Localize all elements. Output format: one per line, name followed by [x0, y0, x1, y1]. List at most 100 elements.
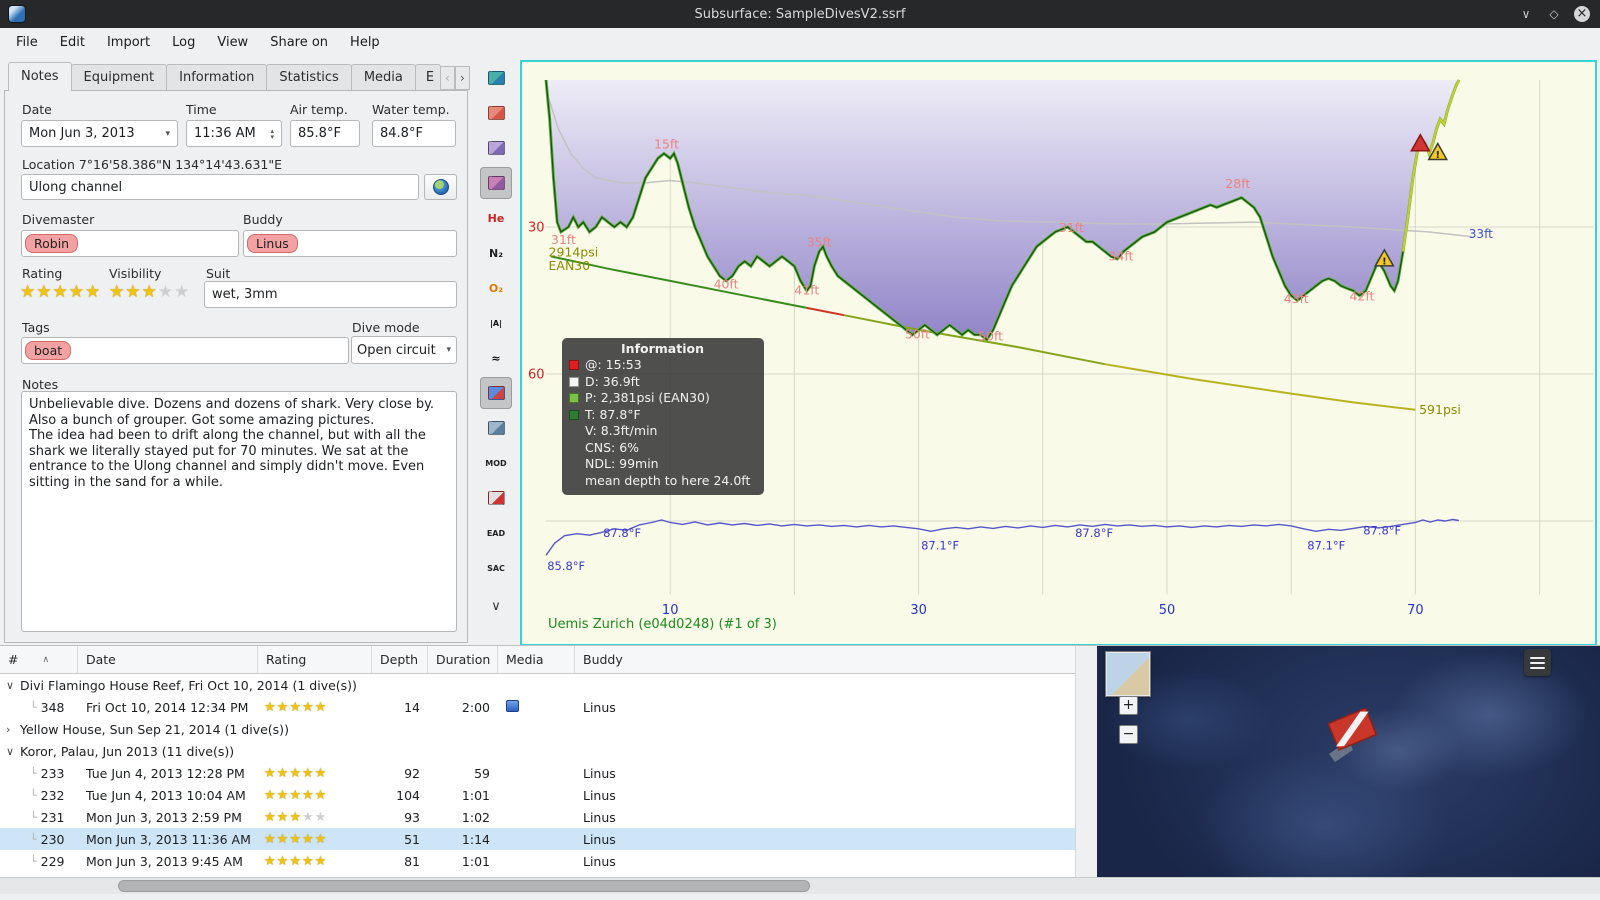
map-overview-thumbnail[interactable]: [1106, 652, 1150, 696]
dive-mode-combobox[interactable]: Open circuit ▾: [351, 336, 457, 364]
column-header-date[interactable]: Date: [78, 646, 258, 673]
date-combobox[interactable]: Mon Jun 3, 2013 ▾: [21, 120, 178, 147]
menu-log[interactable]: Log: [162, 32, 205, 53]
tags-input[interactable]: boat: [21, 337, 349, 364]
dive-flag-marker[interactable]: [1319, 708, 1389, 770]
toggle-tissues-button[interactable]: |A|: [480, 307, 512, 339]
dive-site-map[interactable]: + −: [1097, 645, 1600, 877]
toggle-sac-button[interactable]: SAC: [480, 552, 512, 584]
tab-scroll-left-button[interactable]: ‹: [439, 66, 455, 90]
svg-text:41ft: 41ft: [794, 283, 819, 298]
tab-equipment[interactable]: Equipment: [70, 64, 168, 91]
menu-share-on[interactable]: Share on: [260, 32, 338, 53]
toggle-tank-bar-button[interactable]: [480, 412, 512, 444]
notes-textarea[interactable]: Unbelievable dive. Dozens and dozens of …: [21, 391, 457, 632]
menu-edit[interactable]: Edit: [50, 32, 95, 53]
air-temp-field[interactable]: 85.8°F: [290, 120, 360, 147]
window-controls: ∨ ◇ ×: [1518, 0, 1590, 28]
close-icon[interactable]: ×: [1574, 6, 1590, 22]
toggle-dc-ceiling-button[interactable]: [480, 97, 512, 129]
tab-scroll-right-button[interactable]: ›: [454, 66, 470, 90]
buddy-tag[interactable]: Linus: [247, 234, 298, 253]
column-header-duration[interactable]: Duration: [428, 646, 498, 673]
dive-row-229[interactable]: └ 229 Mon Jun 3, 2013 9:45 AM ★★★★★ 81 1:01 Li…: [0, 850, 1075, 872]
info-line-text: CNS: 6%: [585, 439, 640, 455]
profile-info-box: Information @: 15:53 D: 36.9ft P: 2,381psi…: [562, 338, 764, 495]
tag-boat[interactable]: boat: [25, 341, 72, 360]
column-header-buddy[interactable]: Buddy: [575, 646, 1075, 673]
legend-chip: [569, 360, 579, 371]
toggle-ndl-tts-button[interactable]: [480, 482, 512, 514]
collapse-profile-toolbar-button[interactable]: ∨: [480, 599, 512, 614]
trip-row[interactable]: › Yellow House, Sun Sep 21, 2014 (1 dive(…: [0, 718, 1075, 740]
toggle-mod-button[interactable]: MOD: [480, 447, 512, 479]
toggle-ceiling-button[interactable]: [480, 132, 512, 164]
maximize-icon[interactable]: ◇: [1546, 7, 1562, 21]
svg-text:35ft: 35ft: [807, 235, 832, 250]
collapse-trip-icon[interactable]: ∨: [6, 745, 20, 758]
rating-stars[interactable]: ★★★★★: [20, 282, 101, 302]
column-header-number[interactable]: # ∧: [0, 646, 78, 673]
dive-row-233[interactable]: └ 233 Tue Jun 4, 2013 12:28 PM ★★★★★ 92 59 Lin…: [0, 762, 1075, 784]
toggle-mean-depth-button[interactable]: [480, 62, 512, 94]
tab-notes[interactable]: Notes: [8, 62, 72, 91]
menu-view[interactable]: View: [207, 32, 258, 53]
map-menu-button[interactable]: [1524, 649, 1551, 676]
divemaster-tag[interactable]: Robin: [25, 234, 79, 253]
dive-profile-chart[interactable]: 10 30 50 70 30 60 31ft 15ft 40ft 41ft 35ft 50ft 50ft…: [520, 60, 1597, 646]
svg-text:50ft: 50ft: [905, 327, 930, 342]
tab-e[interactable]: E: [414, 64, 441, 91]
map-location-button[interactable]: [424, 174, 457, 200]
horizontal-scrollbar-thumb[interactable]: [118, 880, 810, 892]
location-input[interactable]: Ulong channel: [21, 174, 419, 200]
svg-text:40ft: 40ft: [714, 276, 739, 291]
media-icon[interactable]: [506, 699, 519, 712]
tab-statistics[interactable]: Statistics: [266, 64, 352, 91]
column-header-depth[interactable]: Depth: [372, 646, 428, 673]
toggle-pp-n2-button[interactable]: N₂: [480, 237, 512, 269]
map-zoom-out-button[interactable]: −: [1119, 725, 1138, 744]
tab-media[interactable]: Media: [350, 64, 416, 91]
minimize-icon[interactable]: ∨: [1518, 7, 1534, 21]
trip-label: Koror, Palau, Jun 2013 (11 dive(s)): [20, 743, 235, 759]
column-header-rating[interactable]: Rating: [258, 646, 372, 673]
buddy-input[interactable]: Linus: [243, 230, 457, 257]
toggle-photos-button[interactable]: [480, 377, 512, 409]
map-zoom-in-button[interactable]: +: [1119, 696, 1138, 715]
dive-row-230[interactable]: └ 230 Mon Jun 3, 2013 11:36 AM ★★★★★ 51 1:14 L…: [0, 828, 1075, 850]
spinner-arrows-icon[interactable]: ▴ ▾: [270, 127, 274, 140]
toggle-pp-he-button[interactable]: He: [480, 202, 512, 234]
toggle-heart-rate-button[interactable]: ≈: [480, 342, 512, 374]
dive-row-348[interactable]: └ 348 Fri Oct 10, 2014 12:34 PM ★★★★★ 14 2:00…: [0, 696, 1075, 718]
dive-row-231[interactable]: └ 231 Mon Jun 3, 2013 2:59 PM ★★★★★ 93 1:02 Li…: [0, 806, 1075, 828]
dive-row-232[interactable]: └ 232 Tue Jun 4, 2013 10:04 AM ★★★★★ 104 1:01…: [0, 784, 1075, 806]
title-bar[interactable]: Subsurface: SampleDivesV2.ssrf ∨ ◇ ×: [0, 0, 1600, 28]
horizontal-scrollbar[interactable]: [0, 877, 1600, 894]
dive-list-vertical-scrollbar[interactable]: [1075, 645, 1097, 877]
menu-import[interactable]: Import: [97, 32, 160, 53]
suit-input[interactable]: wet, 3mm: [204, 281, 457, 308]
menu-help[interactable]: Help: [340, 32, 390, 53]
divemaster-input[interactable]: Robin: [21, 230, 239, 257]
toggle-ead-button[interactable]: EAD: [480, 517, 512, 549]
trip-row[interactable]: ∨ Koror, Palau, Jun 2013 (11 dive(s)): [0, 740, 1075, 762]
visibility-stars[interactable]: ★★★★★: [109, 282, 190, 302]
dive-mode-label: Dive mode: [352, 320, 420, 335]
dive-list-rows: ∨ Divi Flamingo House Reef, Fri Oct 10, 2…: [0, 674, 1075, 872]
air-temp-label: Air temp.: [290, 102, 348, 117]
toggle-calc-ceiling-button[interactable]: [480, 167, 512, 199]
expand-trip-icon[interactable]: ›: [6, 723, 20, 736]
svg-text:87.1°F: 87.1°F: [921, 538, 959, 552]
column-header-media[interactable]: Media: [498, 646, 575, 673]
water-temp-field[interactable]: 84.8°F: [372, 120, 456, 147]
collapse-trip-icon[interactable]: ∨: [6, 679, 20, 692]
app-icon: [8, 5, 26, 23]
trip-label: Divi Flamingo House Reef, Fri Oct 10, 20…: [20, 677, 357, 693]
notes-panel: Date Time Air temp. Water temp. Mon Jun …: [4, 90, 468, 643]
menu-file[interactable]: File: [6, 32, 48, 53]
tab-information[interactable]: Information: [166, 64, 268, 91]
trip-row[interactable]: ∨ Divi Flamingo House Reef, Fri Oct 10, 2…: [0, 674, 1075, 696]
time-spinbox[interactable]: 11:36 AM ▴ ▾: [186, 120, 282, 147]
toggle-pp-o2-button[interactable]: O₂: [480, 272, 512, 304]
hamburger-icon: [1530, 656, 1545, 659]
